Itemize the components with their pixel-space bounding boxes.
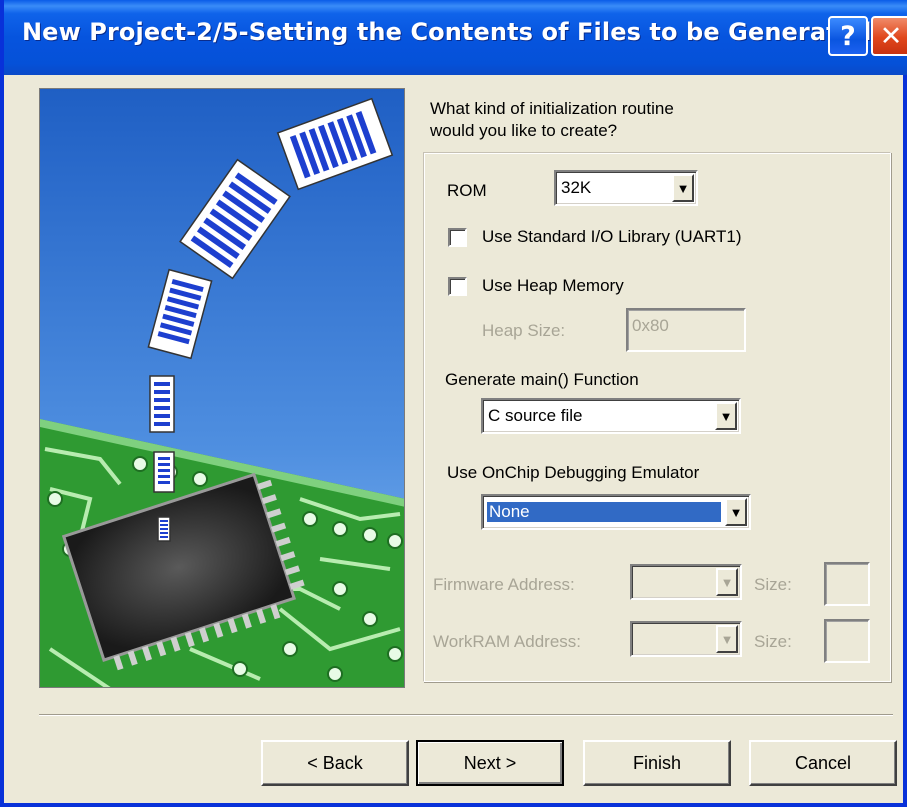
heap-size-input[interactable]: 0x80 — [626, 308, 746, 352]
help-button[interactable]: ? — [828, 16, 868, 56]
prompt-line-2: would you like to create? — [430, 121, 618, 140]
main-function-value: C source file — [488, 406, 583, 425]
wizard-prompt: What kind of initialization routine woul… — [430, 98, 810, 142]
main-function-label: Generate main() Function — [445, 370, 639, 389]
next-button[interactable]: Next > — [416, 740, 564, 786]
workram-size-label: Size: — [754, 632, 792, 651]
dialog-window: New Project-2/5-Setting the Contents of … — [0, 0, 907, 807]
cancel-button[interactable]: Cancel — [749, 740, 897, 786]
stdio-checkbox[interactable] — [448, 228, 467, 247]
debug-emulator-select[interactable]: None ▼ — [481, 494, 751, 530]
heap-label[interactable]: Use Heap Memory — [482, 276, 624, 296]
wizard-illustration — [39, 88, 405, 688]
workram-address-select[interactable]: ▼ — [630, 621, 742, 657]
window-title: New Project-2/5-Setting the Contents of … — [22, 18, 872, 46]
firmware-size-input[interactable] — [824, 562, 870, 606]
workram-address-label: WorkRAM Address: — [433, 632, 582, 651]
firmware-address-select[interactable]: ▼ — [630, 564, 742, 600]
workram-size-input[interactable] — [824, 619, 870, 663]
rom-select-value: 32K — [561, 178, 592, 197]
chevron-down-icon[interactable]: ▼ — [716, 568, 738, 596]
heap-size-label: Heap Size: — [482, 321, 566, 340]
heap-checkbox[interactable] — [448, 277, 467, 296]
close-button[interactable]: ✕ — [871, 16, 907, 56]
debug-emulator-value: None — [486, 501, 722, 523]
prompt-line-1: What kind of initialization routine — [430, 99, 674, 118]
help-icon: ? — [840, 20, 856, 52]
rom-select[interactable]: 32K ▼ — [554, 170, 698, 206]
stdio-label[interactable]: Use Standard I/O Library (UART1) — [482, 227, 742, 247]
main-function-select[interactable]: C source file ▼ — [481, 398, 741, 434]
firmware-size-label: Size: — [754, 575, 792, 594]
rom-label: ROM — [447, 181, 487, 200]
back-button[interactable]: < Back — [261, 740, 409, 786]
firmware-address-label: Firmware Address: — [433, 575, 575, 594]
debug-emulator-label: Use OnChip Debugging Emulator — [447, 463, 700, 482]
close-icon: ✕ — [879, 20, 903, 52]
button-separator — [39, 714, 893, 716]
finish-button[interactable]: Finish — [583, 740, 731, 786]
chevron-down-icon[interactable]: ▼ — [725, 498, 747, 526]
circuit-board-image — [40, 89, 404, 687]
title-bar[interactable]: New Project-2/5-Setting the Contents of … — [4, 0, 907, 75]
chevron-down-icon[interactable]: ▼ — [716, 625, 738, 653]
chevron-down-icon[interactable]: ▼ — [672, 174, 694, 202]
chevron-down-icon[interactable]: ▼ — [715, 402, 737, 430]
